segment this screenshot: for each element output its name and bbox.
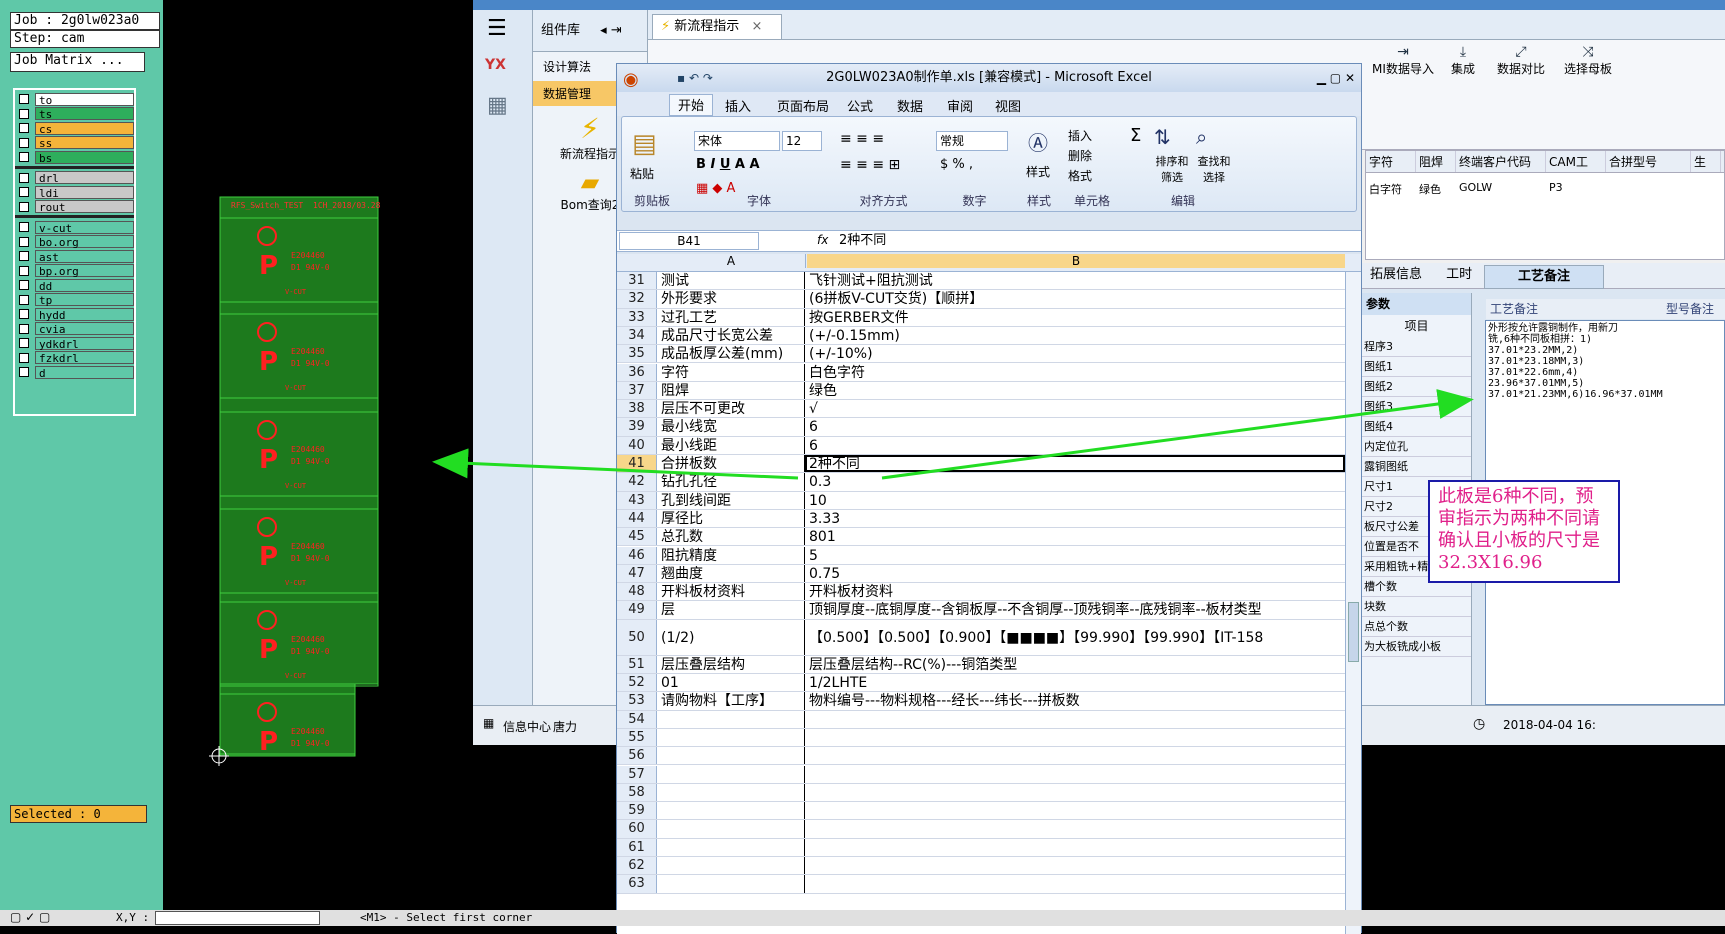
- prompt-text: <M1> - Select first corner: [360, 911, 533, 924]
- annotation-arrows: [432, 389, 1474, 480]
- arrow-to-note: [881, 389, 1474, 480]
- cam-status-bar: ▢ ✓ ▢ X,Y : <M1> - Select first corner: [0, 910, 1725, 926]
- xy-input[interactable]: [155, 911, 320, 925]
- xy-label: X,Y :: [116, 911, 150, 924]
- arrow-to-pcb: [432, 448, 799, 480]
- status-icons[interactable]: ▢ ✓ ▢: [10, 910, 50, 924]
- review-callout: 此板是6种不同，预审指示为两种不同请确认且小板的尺寸是32.3X16.96: [1428, 480, 1620, 583]
